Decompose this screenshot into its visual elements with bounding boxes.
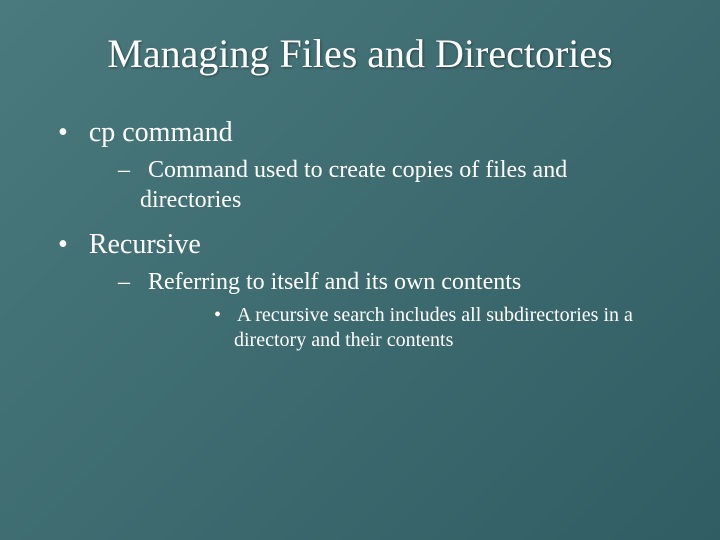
bullet-text: Command used to create copies of files a… [140,157,567,213]
bullet-text: cp command [89,117,233,148]
bullet-text: Referring to itself and its own contents [148,269,521,295]
sub-sub-list: A recursive search includes all subdirec… [140,303,670,353]
bullet-recursive-search: A recursive search includes all subdirec… [140,303,670,353]
bullet-text: Recursive [89,229,201,260]
bullet-recursive-desc: Referring to itself and its own contents… [80,267,670,353]
bullet-cp-command: cp command Command used to create copies… [50,117,670,215]
slide: Managing Files and Directories cp comman… [0,0,720,540]
sub-list: Command used to create copies of files a… [80,155,670,215]
bullet-list: cp command Command used to create copies… [50,117,670,353]
sub-list: Referring to itself and its own contents… [80,267,670,353]
bullet-recursive: Recursive Referring to itself and its ow… [50,229,670,353]
slide-title: Managing Files and Directories [50,30,670,77]
bullet-text: A recursive search includes all subdirec… [234,304,633,351]
bullet-cp-desc: Command used to create copies of files a… [80,155,670,215]
